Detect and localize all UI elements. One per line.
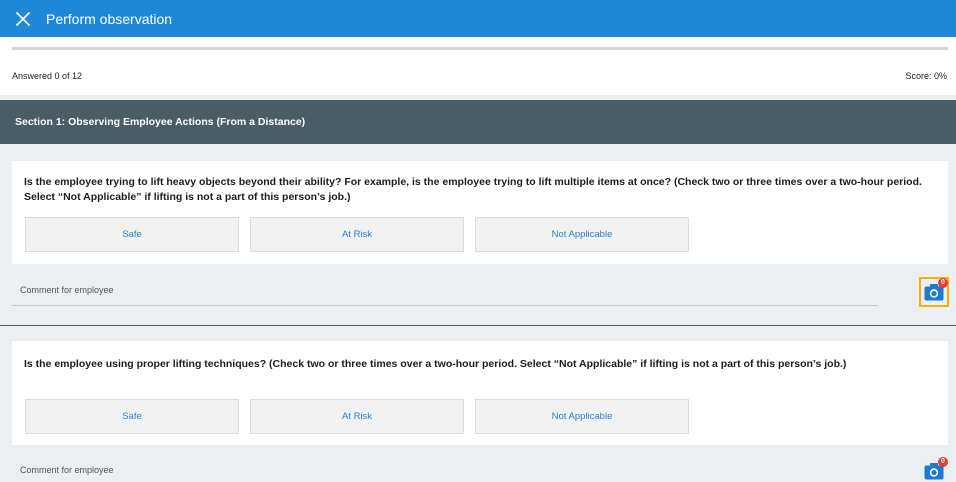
add-photo-button[interactable]: 0: [919, 277, 949, 307]
photo-count-badge: 0: [938, 278, 948, 288]
not-applicable-button[interactable]: Not Applicable: [475, 217, 689, 252]
progress-bar: [12, 47, 948, 50]
close-icon: [16, 11, 30, 26]
add-photo-button[interactable]: 0: [919, 456, 949, 482]
section-title: Section 1: Observing Employee Actions (F…: [15, 116, 306, 128]
question-text: Is the employee trying to lift heavy obj…: [24, 176, 922, 203]
question-text: Is the employee using proper lifting tec…: [24, 358, 847, 370]
safe-button[interactable]: Safe: [25, 399, 239, 434]
question-card: Is the employee trying to lift heavy obj…: [12, 161, 948, 264]
at-risk-button[interactable]: At Risk: [250, 399, 464, 434]
app-bar: Perform observation: [0, 0, 956, 37]
page-title: Perform observation: [46, 10, 173, 27]
comment-field[interactable]: Comment for employee: [12, 278, 878, 306]
safe-button[interactable]: Safe: [25, 217, 239, 252]
at-risk-button[interactable]: At Risk: [250, 217, 464, 252]
divider: [0, 325, 956, 326]
progress-area: Answered 0 of 12 Score: 0%: [0, 37, 956, 95]
photo-count-badge: 0: [938, 457, 948, 467]
score-label: Score: 0%: [905, 71, 947, 81]
close-button[interactable]: [0, 0, 46, 37]
section-header: Section 1: Observing Employee Actions (F…: [0, 100, 956, 144]
not-applicable-button[interactable]: Not Applicable: [475, 399, 689, 434]
question-card: Is the employee using proper lifting tec…: [12, 341, 948, 445]
answered-count: Answered 0 of 12: [12, 71, 83, 81]
comment-field[interactable]: Comment for employee: [12, 458, 878, 482]
